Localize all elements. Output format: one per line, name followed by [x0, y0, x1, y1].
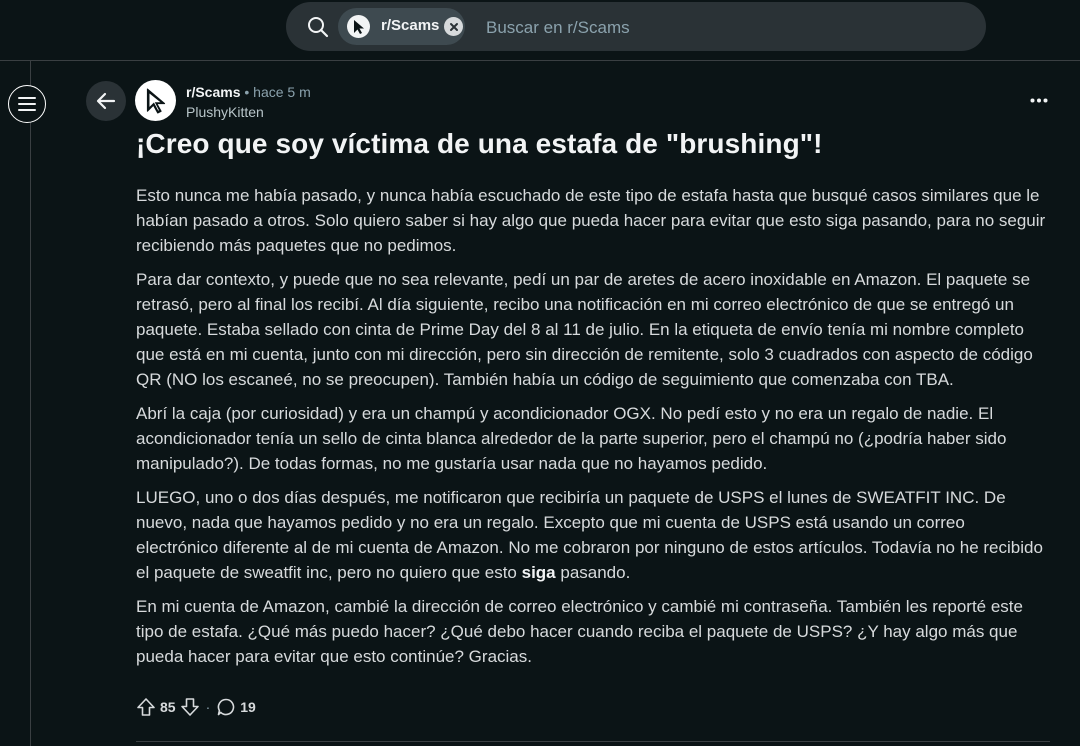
action-separator: ·	[205, 699, 211, 715]
post-paragraph: En mi cuenta de Amazon, cambié la direcc…	[136, 597, 1023, 666]
top-bar: r/Scams	[0, 0, 1080, 61]
post-paragraph: Esto nunca me había pasado, y nunca habí…	[136, 186, 1046, 255]
paragraph-text: pasando.	[555, 563, 631, 582]
search-icon	[306, 15, 330, 39]
bold-text: siga	[521, 563, 556, 582]
post-paragraph: Para dar contexto, y puede que no sea re…	[136, 270, 1033, 389]
section-divider	[136, 741, 1050, 742]
cursor-icon	[144, 87, 168, 115]
post-actions: 85 · 19	[136, 695, 260, 719]
search-input[interactable]	[484, 15, 968, 41]
arrow-left-icon	[96, 92, 116, 110]
post-body: Esto nunca me había pasado, y nunca habí…	[136, 183, 1048, 678]
author-link[interactable]: PlushyKitten	[186, 104, 264, 120]
menu-button[interactable]	[8, 85, 46, 123]
cursor-icon	[347, 15, 370, 38]
search-bar[interactable]: r/Scams	[286, 2, 986, 51]
upvote-button[interactable]	[136, 697, 156, 717]
comments-button[interactable]: 19	[216, 697, 260, 717]
post-paragraph: Abrí la caja (por curiosidad) y era un c…	[136, 404, 1007, 473]
more-horizontal-icon	[1030, 98, 1048, 103]
comment-bubble-icon	[216, 697, 236, 717]
chip-label: r/Scams	[381, 17, 440, 34]
post-meta: r/Scams • hace 5 m	[186, 84, 311, 100]
subreddit-link[interactable]: r/Scams	[186, 84, 240, 100]
more-options-button[interactable]	[1026, 90, 1052, 110]
vote-score: 85	[160, 699, 176, 715]
back-button[interactable]	[86, 81, 126, 121]
subreddit-avatar[interactable]	[135, 80, 176, 121]
downvote-button[interactable]	[180, 697, 200, 717]
comment-count: 19	[240, 699, 256, 715]
subreddit-filter-chip[interactable]: r/Scams	[338, 8, 465, 45]
meta-separator: •	[244, 84, 250, 100]
post-timestamp: hace 5 m	[253, 84, 311, 100]
post-title: ¡Creo que soy víctima de una estafa de "…	[136, 128, 823, 159]
post-paragraph: LUEGO, uno o dos días después, me notifi…	[136, 485, 1048, 585]
clear-filter-icon[interactable]	[444, 17, 463, 36]
left-rail-divider	[30, 61, 31, 746]
hamburger-icon	[18, 96, 36, 112]
